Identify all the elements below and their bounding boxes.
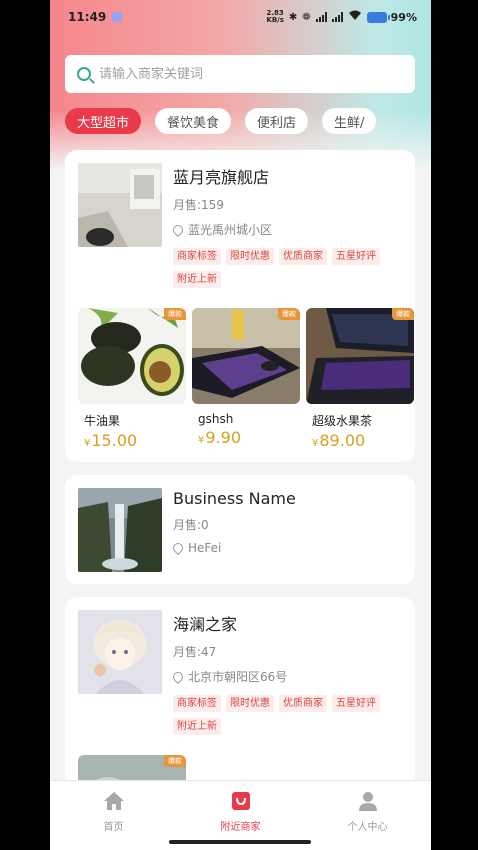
store-tag: 附近上新 [173, 718, 221, 735]
nfc-icon: ❁ [302, 11, 311, 23]
store-tag: 五星好评 [332, 248, 380, 265]
product-card[interactable]: 爆款 超级水果茶 ¥89.00 [306, 308, 414, 450]
store-tag: 优质商家 [279, 248, 327, 265]
store-name: 蓝月亮旗舰店 [173, 168, 270, 187]
store-info: 海澜之家 月售:47 北京市朝阳区66号 商家标签 限时优惠 优质商家 五星好评… [170, 610, 402, 735]
category-tab-supermarket[interactable]: 大型超市 [65, 108, 142, 134]
store-tag: 商家标签 [173, 695, 221, 712]
search-icon [77, 67, 91, 81]
store-name: Business Name [173, 489, 296, 508]
product-price: ¥9.90 [192, 428, 300, 447]
store-address-text: 蓝光禹州城小区 [188, 223, 273, 237]
location-pin-icon [170, 669, 186, 684]
hot-badge: 爆款 [164, 308, 186, 320]
battery-icon: 99% [366, 10, 417, 24]
app-screen: 11:49 2.83 KB/s ✱ ❁ 99% 大型超市 餐饮美食 [50, 0, 431, 850]
store-address: 蓝光禹州城小区 [170, 221, 402, 238]
store-tags: 商家标签 限时优惠 优质商家 五星好评 附近上新 [173, 248, 383, 288]
store-address: 北京市朝阳区66号 [170, 668, 402, 685]
shop-bag-icon [230, 790, 252, 812]
category-tab-fresh[interactable]: 生鲜/ [322, 108, 377, 134]
store-sales: 月售:47 [173, 645, 217, 659]
status-time: 11:49 [68, 10, 107, 24]
product-name: 超级水果茶 [312, 414, 373, 428]
store-tag: 附近上新 [173, 271, 221, 288]
price-value: 15.00 [91, 431, 138, 450]
battery-percent: 99% [390, 10, 417, 24]
store-tag: 五星好评 [332, 695, 380, 712]
tab-nearby-merchants-label: 附近商家 [220, 822, 261, 833]
store-header: Business Name 月售:0 HeFei [78, 488, 402, 572]
net-speed-unit: KB/s [266, 16, 284, 24]
hot-badge: 爆款 [392, 308, 414, 320]
home-indicator[interactable] [169, 840, 311, 844]
store-card[interactable]: 蓝月亮旗舰店 月售:159 蓝光禹州城小区 商家标签 限时优惠 优质商家 五星好… [65, 150, 415, 462]
product-image-desk: 爆款 [192, 308, 300, 404]
store-card[interactable]: Business Name 月售:0 HeFei [65, 475, 415, 584]
product-image-laptop: 爆款 [306, 308, 414, 404]
hot-badge: 爆款 [278, 308, 300, 320]
person-icon [357, 790, 379, 812]
search-bar[interactable] [65, 55, 415, 93]
store-info: Business Name 月售:0 HeFei [170, 488, 402, 572]
store-tag: 限时优惠 [226, 248, 274, 265]
store-photo [78, 163, 162, 247]
tab-profile-label: 个人中心 [347, 822, 388, 833]
location-pin-icon [170, 222, 186, 237]
tab-home-label: 首页 [103, 822, 124, 833]
tab-profile[interactable]: 个人中心 [304, 781, 431, 850]
store-tag: 限时优惠 [226, 695, 274, 712]
product-row: 爆款 牛油果 ¥15.00 爆款 gshsh ¥9.90 爆款 超级水果茶 ¥8… [78, 308, 414, 450]
signal-icon [315, 12, 327, 22]
product-name: 牛油果 [84, 414, 121, 428]
status-left: 11:49 [68, 10, 123, 24]
category-tab-food[interactable]: 餐饮美食 [155, 108, 232, 134]
store-photo [78, 488, 162, 572]
store-address-text: 北京市朝阳区66号 [188, 670, 288, 684]
tab-home[interactable]: 首页 [50, 781, 177, 850]
product-card[interactable]: 爆款 牛油果 ¥15.00 [78, 308, 186, 450]
store-header: 海澜之家 月售:47 北京市朝阳区66号 商家标签 限时优惠 优质商家 五星好评… [78, 610, 402, 735]
location-pin-icon [170, 540, 186, 556]
bluetooth-icon: ✱ [288, 11, 298, 23]
store-sales: 月售:0 [173, 518, 209, 532]
app-notification-icon [112, 12, 123, 22]
store-tag: 优质商家 [279, 695, 327, 712]
price-value: 9.90 [205, 428, 241, 447]
store-info: 蓝月亮旗舰店 月售:159 蓝光禹州城小区 商家标签 限时优惠 优质商家 五星好… [170, 163, 402, 288]
wifi-icon [348, 10, 362, 24]
store-photo [78, 610, 162, 694]
category-tabs: 大型超市 餐饮美食 便利店 生鲜/ [65, 108, 431, 136]
status-bar: 11:49 2.83 KB/s ✱ ❁ 99% [50, 0, 431, 34]
product-price: ¥15.00 [78, 431, 186, 450]
hot-badge: 爆款 [164, 755, 186, 767]
price-value: 89.00 [319, 431, 366, 450]
product-name: gshsh [198, 412, 234, 426]
status-right: 2.83 KB/s ✱ ❁ 99% [266, 10, 417, 24]
store-name: 海澜之家 [173, 615, 238, 634]
store-address: HeFei [170, 540, 402, 556]
currency-symbol: ¥ [312, 438, 319, 449]
currency-symbol: ¥ [84, 438, 91, 449]
store-list: 蓝月亮旗舰店 月售:159 蓝光禹州城小区 商家标签 限时优惠 优质商家 五星好… [65, 150, 415, 850]
category-tab-convenience[interactable]: 便利店 [245, 108, 309, 134]
store-sales: 月售:159 [173, 198, 224, 212]
product-price: ¥89.00 [306, 431, 414, 450]
product-image-avocado: 爆款 [78, 308, 186, 404]
signal-icon-2 [331, 12, 343, 22]
store-address-text: HeFei [188, 541, 222, 555]
store-tags: 商家标签 限时优惠 优质商家 五星好评 附近上新 [173, 695, 383, 735]
net-speed: 2.83 KB/s [266, 10, 283, 24]
store-tag: 商家标签 [173, 248, 221, 265]
search-input[interactable] [99, 66, 403, 82]
currency-symbol: ¥ [198, 435, 205, 446]
store-header: 蓝月亮旗舰店 月售:159 蓝光禹州城小区 商家标签 限时优惠 优质商家 五星好… [78, 163, 402, 288]
home-icon [103, 790, 125, 812]
product-card[interactable]: 爆款 gshsh ¥9.90 [192, 308, 300, 450]
